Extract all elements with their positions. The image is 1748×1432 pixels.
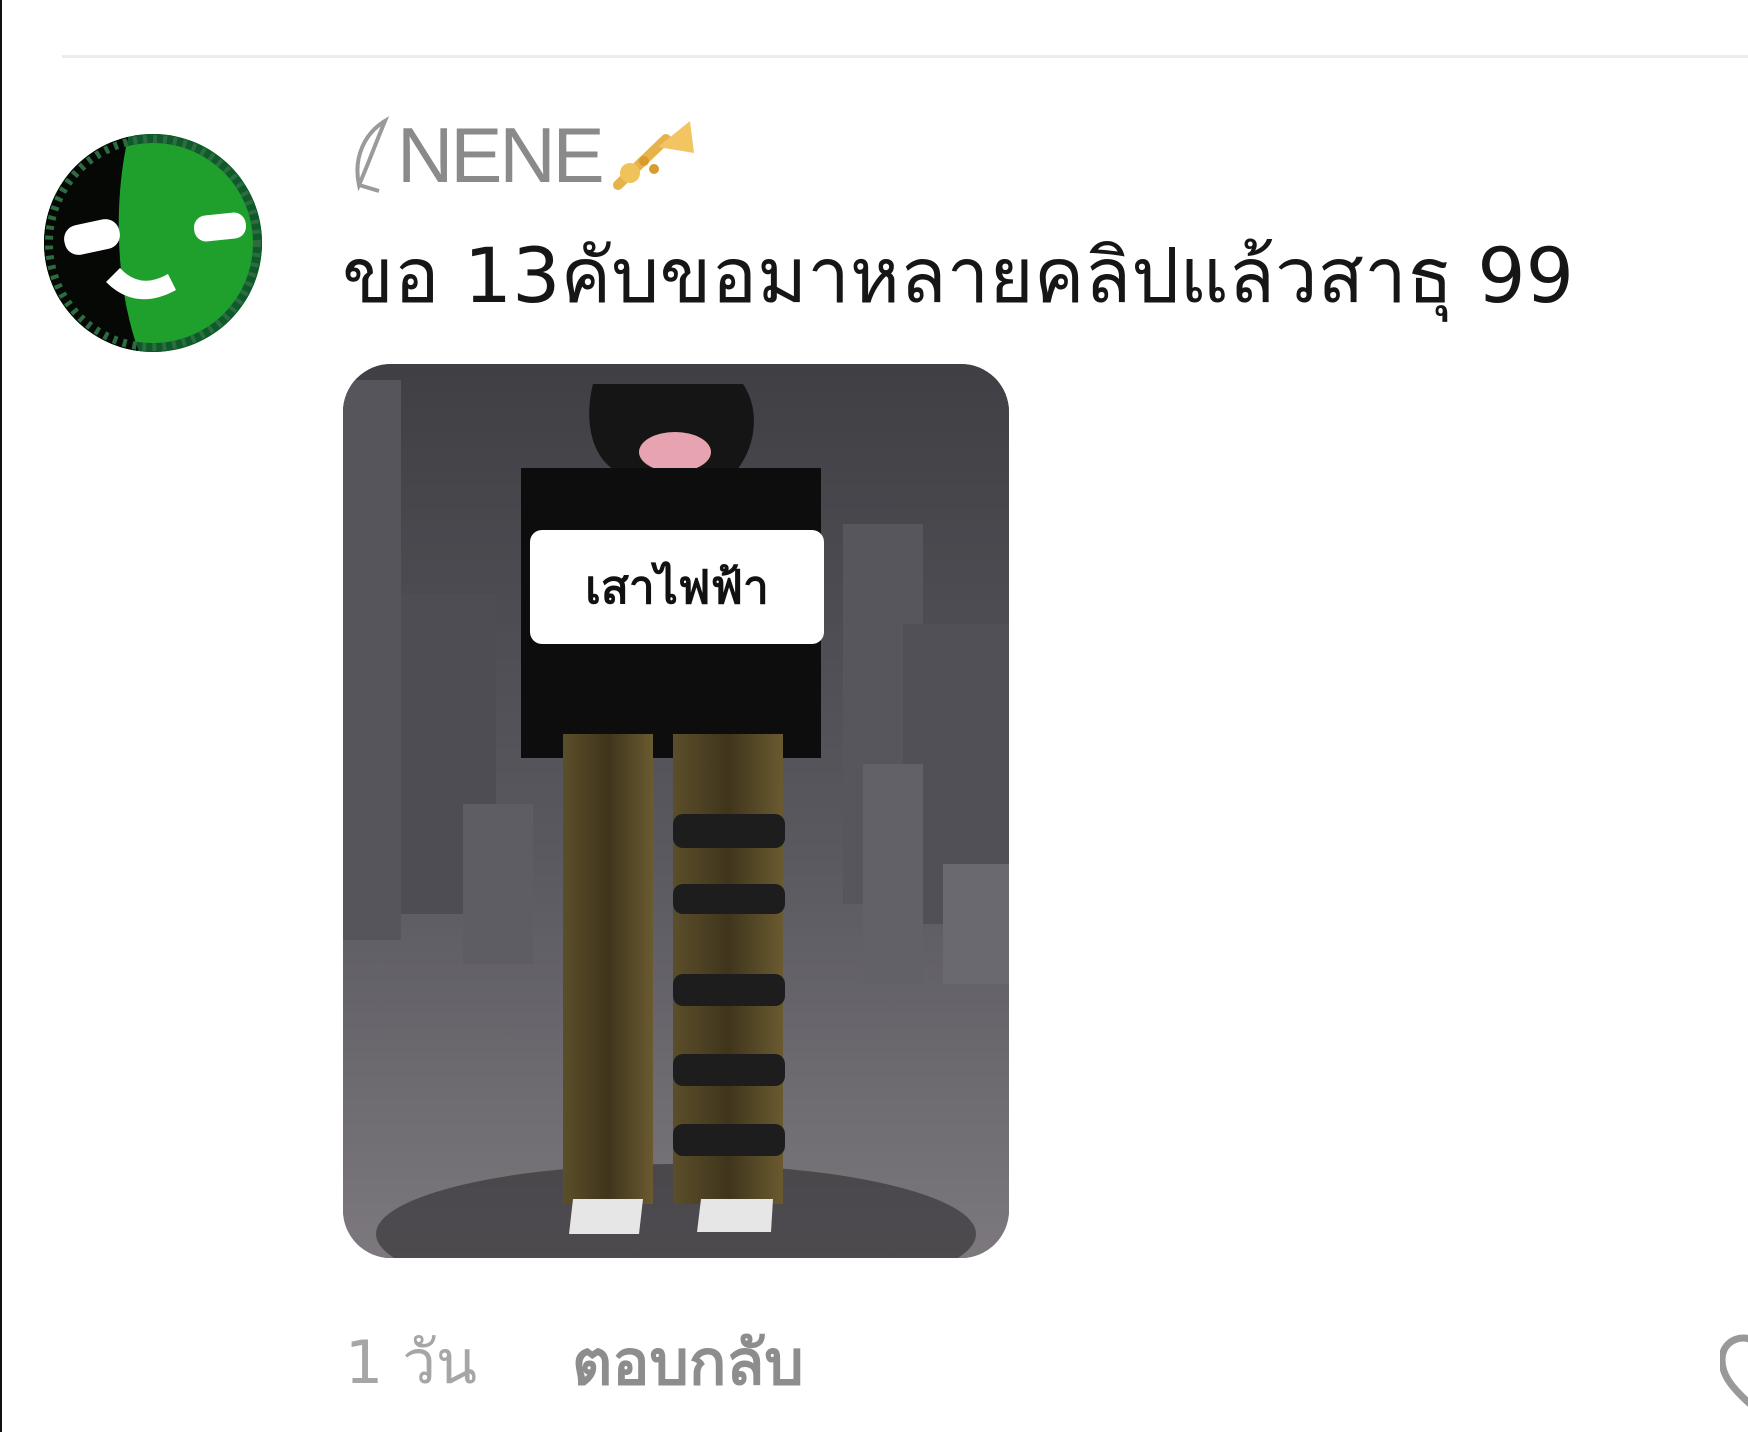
reply-button[interactable]: ตอบกลับ — [572, 1318, 804, 1408]
like-icon[interactable] — [1720, 1320, 1748, 1420]
username-text: NENE — [397, 111, 605, 199]
comment-divider — [62, 55, 1748, 58]
leaf-icon — [355, 116, 390, 193]
heart-outline-icon — [1720, 1334, 1748, 1407]
username[interactable]: NENE — [345, 110, 698, 200]
avatar[interactable] — [44, 134, 262, 352]
screen-edge — [0, 0, 2, 1432]
avatar-image — [44, 134, 262, 352]
comment-text: ขอ 13คับขอมาหลายคลิปแล้วสาธุ 99 — [342, 231, 1574, 320]
image-sticker-label: เสาไฟฟ้า — [530, 530, 824, 644]
comment-timestamp: 1 วัน — [345, 1328, 477, 1398]
comment-attached-image[interactable]: เสาไฟฟ้า — [343, 364, 1009, 1258]
avatar-outfit-image — [343, 364, 1009, 1258]
trumpet-icon — [612, 121, 694, 190]
